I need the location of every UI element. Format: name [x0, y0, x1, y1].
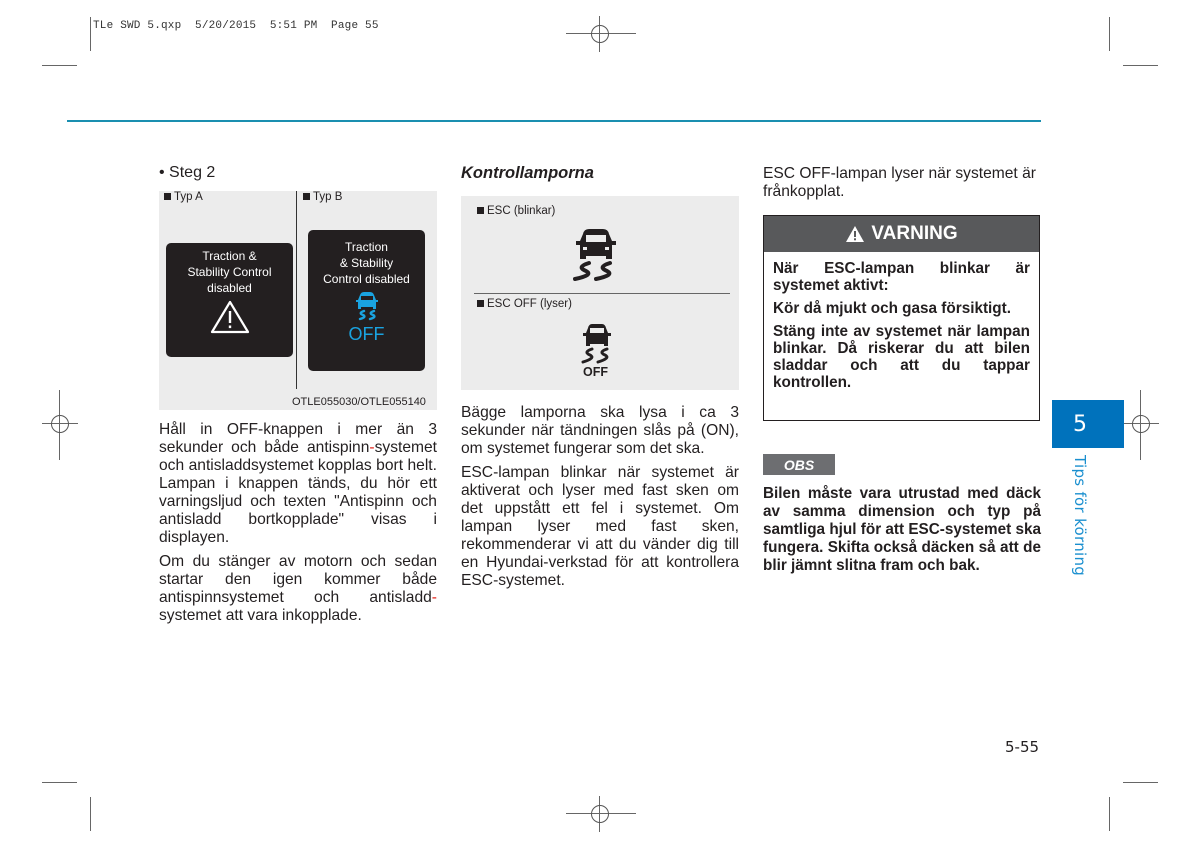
- column1-body: Håll in OFF-knappen i mer än 3 sekunder …: [159, 421, 437, 631]
- crop-mark: [1123, 65, 1158, 66]
- type-b-label: Typ B: [303, 191, 342, 203]
- panel-a-line: disabled: [207, 281, 252, 295]
- panel-a-line: Traction &: [202, 249, 257, 263]
- lamp-label-esc: ESC (blinkar): [477, 205, 555, 217]
- paragraph-lamps-on: Bägge lamporna ska lysa i ca 3 sekunder …: [461, 404, 739, 457]
- type-a-label: Typ A: [164, 191, 203, 203]
- esc-indicator-icon: [573, 229, 616, 281]
- esc-off-indicator-icon: [581, 324, 611, 364]
- warning-triangle-icon: [846, 226, 865, 242]
- warning-triangle-icon: [210, 300, 249, 334]
- panel-a-line: Stability Control: [187, 265, 272, 279]
- crop-mark: [90, 17, 91, 51]
- display-panel-type-a: Traction & Stability Control disabled: [166, 243, 293, 357]
- warning-box: VARNING När ESC-lampan blinkar är system…: [763, 215, 1040, 421]
- panel-b-line: Traction: [345, 240, 388, 254]
- print-slug: TLe SWD 5.qxp 5/20/2015 5:51 PM Page 55: [93, 20, 379, 32]
- paragraph-esc-blink: ESC-lampan blinkar när systemet är aktiv…: [461, 464, 739, 589]
- lamp-divider: [474, 293, 730, 294]
- paragraph-restart: Om du stänger av motorn och sedan starta…: [159, 553, 437, 624]
- bullet-square-icon: [477, 300, 484, 307]
- warning-paragraph: När ESC-lampan blinkar är systemet aktiv…: [773, 260, 1030, 294]
- header-rule: [67, 120, 1041, 122]
- crop-mark: [90, 797, 91, 831]
- chapter-title: Tips för körning: [1071, 455, 1089, 577]
- esc-off-icon: [355, 292, 378, 321]
- column2-body: Bägge lamporna ska lysa i ca 3 sekunder …: [461, 404, 739, 596]
- bullet-square-icon: [477, 207, 484, 214]
- paragraph-off-button: Håll in OFF-knappen i mer än 3 sekunder …: [159, 421, 437, 546]
- panel-b-line: Control disabled: [323, 272, 410, 286]
- figure-code: OTLE055030/OTLE055140: [292, 396, 426, 408]
- section-heading: Kontrollamporna: [461, 164, 594, 182]
- lamp-label-esc-off: ESC OFF (lyser): [477, 298, 572, 310]
- figure-divider: [296, 191, 297, 389]
- panel-b-line: & Stability: [339, 256, 394, 270]
- crop-mark: [1123, 782, 1158, 783]
- bullet-square-icon: [164, 193, 171, 200]
- page-number: 5-55: [1005, 738, 1040, 756]
- display-panel-type-b: Traction & Stability Control disabled OF…: [308, 230, 425, 371]
- warning-body: När ESC-lampan blinkar är systemet aktiv…: [764, 252, 1039, 391]
- crop-mark: [1109, 17, 1110, 51]
- chapter-tab: 5: [1052, 400, 1124, 448]
- crop-mark: [1109, 797, 1110, 831]
- bullet-square-icon: [303, 193, 310, 200]
- warning-header: VARNING: [764, 216, 1039, 252]
- step-label: • Steg 2: [159, 164, 216, 181]
- esc-off-intro: ESC OFF-lampan lyser när systemet är frå…: [763, 165, 1036, 200]
- esc-off-lamp-text: OFF: [583, 365, 608, 379]
- crop-mark: [42, 782, 77, 783]
- warning-paragraph: Stäng inte av systemet när lampan blinka…: [773, 323, 1030, 391]
- obs-text: Bilen måste vara utrustad med däck av sa…: [763, 485, 1041, 574]
- crop-mark: [42, 65, 77, 66]
- esc-off-text: OFF: [348, 324, 385, 344]
- warning-paragraph: Kör då mjukt och gasa försiktigt.: [773, 300, 1011, 317]
- obs-badge: OBS: [763, 454, 835, 475]
